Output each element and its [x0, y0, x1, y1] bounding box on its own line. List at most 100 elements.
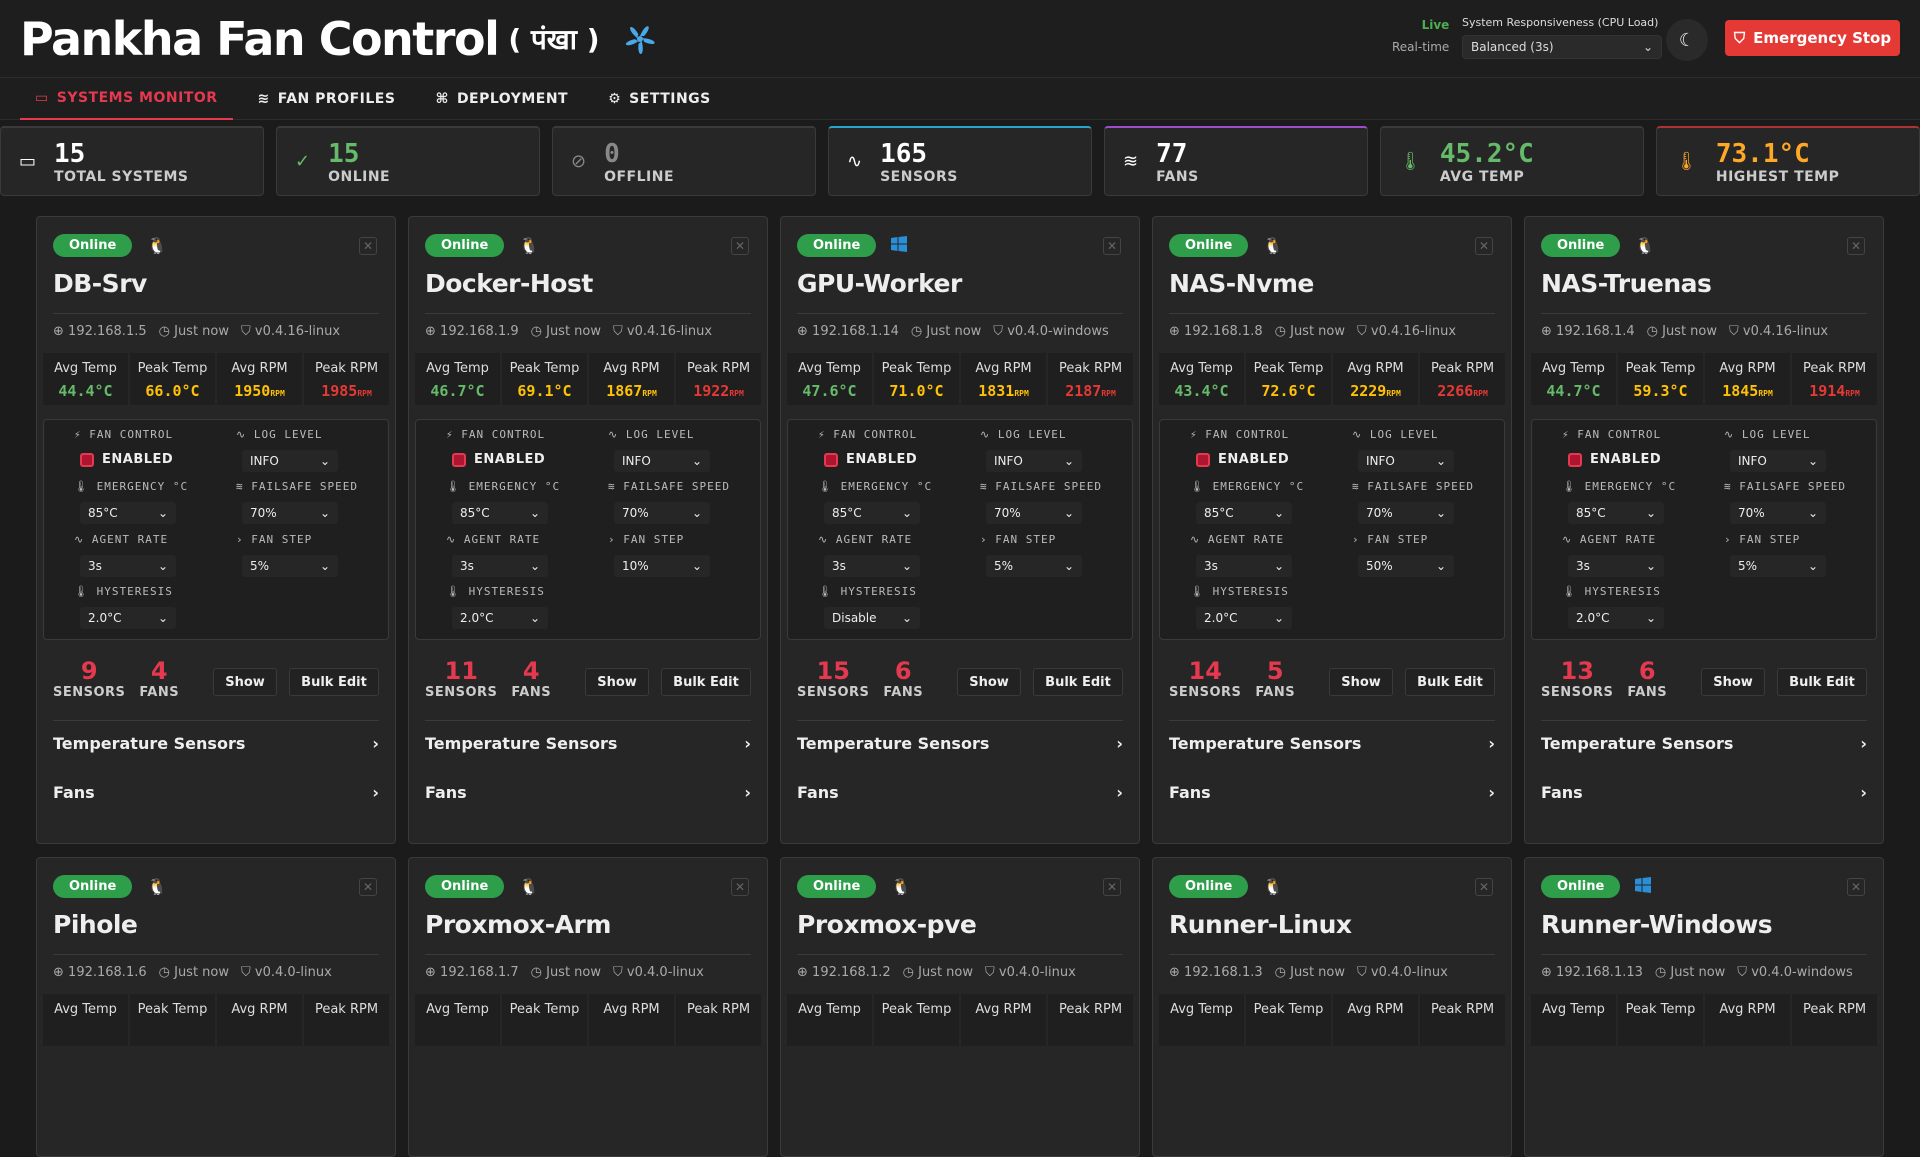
fans-section[interactable]: Fans › — [1169, 783, 1495, 802]
temperature-sensors-section[interactable]: Temperature Sensors › — [425, 734, 751, 753]
responsiveness-control: System Responsiveness (CPU Load) Balanced… — [1462, 16, 1662, 59]
metric-label: Avg RPM — [975, 361, 1032, 376]
bulk-edit-button[interactable]: Bulk Edit — [1777, 668, 1867, 696]
divider — [53, 954, 379, 955]
hysteresis-select[interactable]: 2.0°C ⌄ — [1196, 607, 1292, 629]
log-level-select[interactable]: INFO ⌄ — [986, 450, 1082, 472]
close-button[interactable]: ✕ — [1847, 878, 1865, 896]
systems-grid: Online 🐧 ✕ DB-Srv ⊕ 192.168.1.5 ◷ Just no… — [36, 216, 1884, 1157]
count-value: 4 — [522, 657, 540, 685]
bulk-edit-button[interactable]: Bulk Edit — [661, 668, 751, 696]
select-value: 2.0°C — [1204, 611, 1238, 625]
close-button[interactable]: ✕ — [1475, 237, 1493, 255]
metric-value: 59.3°C — [1633, 382, 1688, 400]
fan-control-checkbox[interactable] — [824, 453, 838, 467]
show-button[interactable]: Show — [585, 668, 649, 696]
close-button[interactable]: ✕ — [1103, 237, 1121, 255]
avg-rpm-metric: Avg RPM — [217, 994, 302, 1046]
temperature-sensors-section[interactable]: Temperature Sensors › — [797, 734, 1123, 753]
fan-control-label: ⚡ FAN CONTROL — [1190, 428, 1290, 441]
show-button[interactable]: Show — [957, 668, 1021, 696]
label-text: AGENT RATE — [1207, 533, 1285, 546]
hysteresis-select[interactable]: 2.0°C ⌄ — [452, 607, 548, 629]
failsafe-select[interactable]: 70% ⌄ — [614, 502, 710, 524]
metric-label: Peak RPM — [1430, 1002, 1495, 1017]
divider — [1169, 720, 1495, 721]
show-button[interactable]: Show — [1329, 668, 1393, 696]
fan-control-checkbox[interactable] — [452, 453, 466, 467]
fan-step-select[interactable]: 50% ⌄ — [1358, 555, 1454, 577]
emergency-stop-button[interactable]: ⛉ Emergency Stop — [1725, 20, 1900, 56]
emergency-select[interactable]: 85°C ⌄ — [1196, 502, 1292, 524]
temperature-sensors-section[interactable]: Temperature Sensors › — [1169, 734, 1495, 753]
agent-rate-select[interactable]: 3s ⌄ — [452, 555, 548, 577]
fan-control-checkbox[interactable] — [1196, 453, 1210, 467]
fan-control-checkbox[interactable] — [80, 453, 94, 467]
fan-step-select[interactable]: 5% ⌄ — [242, 555, 338, 577]
show-button[interactable]: Show — [213, 668, 277, 696]
close-button[interactable]: ✕ — [359, 878, 377, 896]
close-button[interactable]: ✕ — [1475, 878, 1493, 896]
failsafe-select[interactable]: 70% ⌄ — [986, 502, 1082, 524]
agent-rate-select[interactable]: 3s ⌄ — [1568, 555, 1664, 577]
agent-rate-select[interactable]: 3s ⌄ — [824, 555, 920, 577]
close-button[interactable]: ✕ — [1103, 878, 1121, 896]
metric-value: 2229 — [1350, 382, 1387, 400]
bulk-edit-button[interactable]: Bulk Edit — [1405, 668, 1495, 696]
ip-address: 192.168.1.9 — [440, 324, 519, 339]
fans-section[interactable]: Fans › — [1541, 783, 1867, 802]
tab-systems-monitor[interactable]: ▭ SYSTEMS MONITOR — [20, 78, 233, 120]
agent-rate-select[interactable]: 3s ⌄ — [1196, 555, 1292, 577]
agent-rate-select[interactable]: 3s ⌄ — [80, 555, 176, 577]
fans-section[interactable]: Fans › — [425, 783, 751, 802]
emergency-select[interactable]: 85°C ⌄ — [452, 502, 548, 524]
shield-check-icon: ⛉ — [1357, 324, 1367, 339]
fans-section[interactable]: Fans › — [53, 783, 379, 802]
clock-icon: ◷ — [158, 965, 170, 980]
tab-deployment[interactable]: ⌘ DEPLOYMENT — [420, 78, 583, 120]
metric-value: 1867 — [606, 382, 643, 400]
failsafe-select[interactable]: 70% ⌄ — [242, 502, 338, 524]
fans-section[interactable]: Fans › — [797, 783, 1123, 802]
close-button[interactable]: ✕ — [1847, 237, 1865, 255]
config-panel: ⚡ FAN CONTROL ∿ LOG LEVEL ENABLED INFO ⌄ … — [1531, 419, 1877, 640]
log-level-select[interactable]: INFO ⌄ — [242, 450, 338, 472]
fan-step-select[interactable]: 5% ⌄ — [1730, 555, 1826, 577]
tab-fan-profiles[interactable]: ≋ FAN PROFILES — [243, 78, 411, 120]
emergency-select[interactable]: 85°C ⌄ — [80, 502, 176, 524]
bulk-edit-button[interactable]: Bulk Edit — [289, 668, 379, 696]
fan-control-checkbox[interactable] — [1568, 453, 1582, 467]
fan-step-select[interactable]: 5% ⌄ — [986, 555, 1082, 577]
temperature-sensors-section[interactable]: Temperature Sensors › — [1541, 734, 1867, 753]
hysteresis-select[interactable]: Disable ⌄ — [824, 607, 920, 629]
emergency-select[interactable]: 85°C ⌄ — [824, 502, 920, 524]
rpm-unit: RPM — [270, 389, 285, 398]
peak-temp-metric: Peak Temp — [1618, 994, 1703, 1046]
log-level-select[interactable]: INFO ⌄ — [1730, 450, 1826, 472]
agent-rate-label: ∿ AGENT RATE — [818, 533, 913, 546]
hysteresis-select[interactable]: 2.0°C ⌄ — [1568, 607, 1664, 629]
hysteresis-label: 🌡 HYSTERESIS — [1562, 585, 1661, 598]
app-header: Pankha Fan Control ( पंखा ) Live Real-tim… — [0, 0, 1920, 78]
metric-label: Avg Temp — [426, 1002, 489, 1017]
show-button[interactable]: Show — [1701, 668, 1765, 696]
hysteresis-select[interactable]: 2.0°C ⌄ — [80, 607, 176, 629]
log-level-select[interactable]: INFO ⌄ — [614, 450, 710, 472]
failsafe-label: ≋ FAILSAFE SPEED — [1352, 480, 1474, 493]
log-level-select[interactable]: INFO ⌄ — [1358, 450, 1454, 472]
agent-version: v0.4.0-windows — [1007, 324, 1109, 339]
bulk-edit-button[interactable]: Bulk Edit — [1033, 668, 1123, 696]
failsafe-select[interactable]: 70% ⌄ — [1730, 502, 1826, 524]
close-button[interactable]: ✕ — [731, 237, 749, 255]
app-title: Pankha Fan Control — [20, 11, 500, 66]
responsiveness-select[interactable]: Balanced (3s) ⌄ — [1462, 35, 1662, 59]
temperature-sensors-section[interactable]: Temperature Sensors › — [53, 734, 379, 753]
fan-step-select[interactable]: 10% ⌄ — [614, 555, 710, 577]
close-button[interactable]: ✕ — [731, 878, 749, 896]
tab-settings[interactable]: ⚙ SETTINGS — [593, 78, 726, 120]
close-button[interactable]: ✕ — [359, 237, 377, 255]
emergency-select[interactable]: 85°C ⌄ — [1568, 502, 1664, 524]
failsafe-select[interactable]: 70% ⌄ — [1358, 502, 1454, 524]
theme-toggle-button[interactable]: ☾ — [1666, 19, 1708, 61]
section-label: Temperature Sensors — [797, 734, 990, 753]
